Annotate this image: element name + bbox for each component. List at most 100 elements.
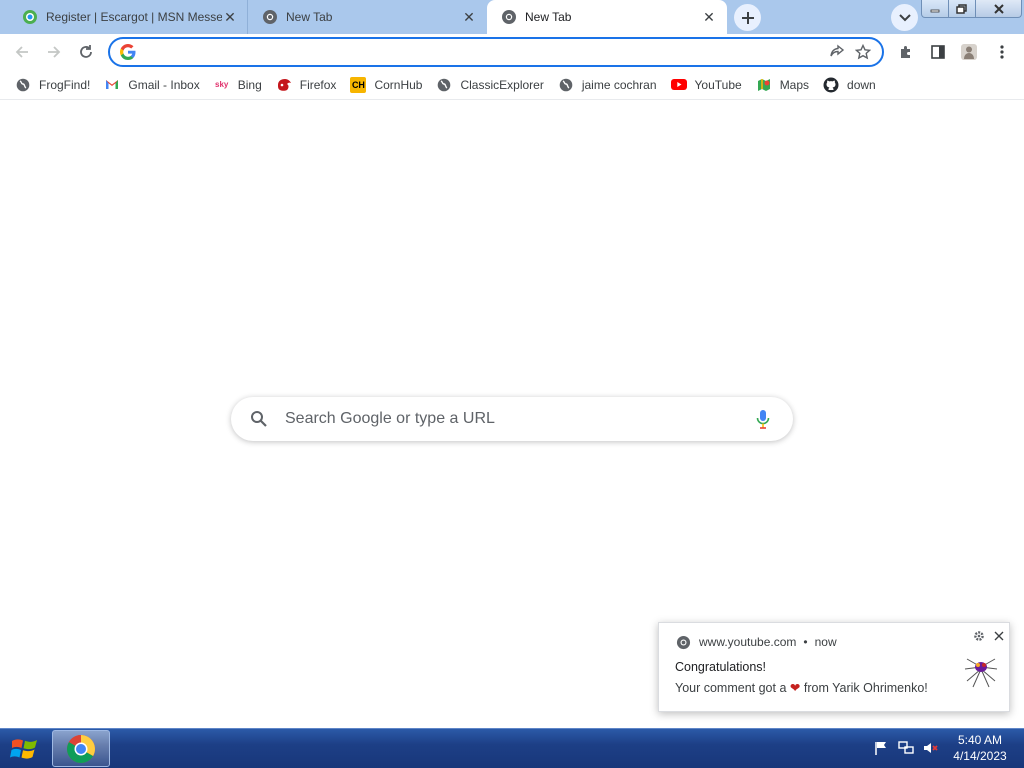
- chevron-down-icon: [898, 13, 911, 21]
- bookmarks-bar: FrogFind! Gmail - Inbox sky Bing Firefox…: [0, 70, 1024, 100]
- network-icon[interactable]: [895, 737, 917, 759]
- google-icon: [120, 44, 136, 60]
- search-icon: [249, 409, 269, 429]
- bookmark-star-icon[interactable]: [850, 39, 876, 65]
- bookmark-label: down: [847, 77, 876, 92]
- bookmark-jaime-cochran[interactable]: jaime cochran: [551, 72, 664, 98]
- avatar: [961, 44, 977, 60]
- bookmark-label: Bing: [237, 77, 262, 92]
- minimize-icon: [930, 9, 940, 12]
- bookmark-label: YouTube: [694, 77, 742, 92]
- plus-icon: [741, 11, 754, 24]
- toolbar: [0, 34, 1024, 70]
- notification-settings-button[interactable]: [971, 628, 987, 644]
- escargot-icon: [22, 9, 38, 25]
- action-center-flag-icon[interactable]: [870, 737, 892, 759]
- system-tray: [870, 737, 945, 759]
- new-tab-button[interactable]: [734, 4, 761, 31]
- forward-arrow-icon: [48, 46, 61, 58]
- bookmark-firefox[interactable]: Firefox: [269, 72, 344, 98]
- puzzle-icon: [901, 46, 910, 58]
- notification-close-button[interactable]: [991, 628, 1007, 644]
- bookmark-maps[interactable]: Maps: [749, 72, 816, 98]
- volume-muted-icon[interactable]: [920, 737, 942, 759]
- side-panel-button[interactable]: [924, 38, 952, 66]
- tab-new-tab-active[interactable]: New Tab ✕: [487, 0, 727, 34]
- chrome-icon: [262, 9, 278, 25]
- heart-icon: ❤: [789, 681, 801, 695]
- clock-date: 4/14/2023: [953, 749, 1007, 763]
- maps-icon: [756, 77, 772, 93]
- bookmark-youtube[interactable]: YouTube: [664, 72, 749, 98]
- reload-button[interactable]: [72, 38, 100, 66]
- bookmark-label: Firefox: [299, 77, 337, 92]
- tab-title: Register | Escargot | MSN Messenger: [46, 10, 222, 24]
- bookmark-label: Maps: [779, 77, 810, 92]
- side-panel-icon: [931, 45, 945, 59]
- globe-icon: [436, 77, 452, 93]
- extensions-button[interactable]: [892, 38, 920, 66]
- microphone-icon[interactable]: [751, 407, 775, 431]
- profile-button[interactable]: [955, 38, 983, 66]
- bookmark-bing[interactable]: sky Bing: [207, 72, 269, 98]
- notification-toast[interactable]: www.youtube.com • now Congratulations! Y…: [658, 622, 1010, 712]
- windows-logo-icon: [10, 739, 37, 759]
- notification-time: now: [814, 635, 837, 649]
- more-vert-icon: [1000, 45, 1004, 59]
- firefox-icon: [276, 77, 292, 93]
- close-tab-icon[interactable]: ✕: [222, 9, 238, 25]
- close-window-button[interactable]: [975, 0, 1022, 18]
- taskbar: 5:40 AM 4/14/2023: [0, 728, 1024, 768]
- tab-title: New Tab: [525, 10, 572, 24]
- tab-new-tab-1[interactable]: New Tab ✕: [247, 0, 487, 34]
- taskbar-clock[interactable]: 5:40 AM 4/14/2023: [950, 732, 1010, 764]
- cornhub-icon: CH: [350, 76, 367, 93]
- minimize-button[interactable]: [921, 0, 949, 18]
- menu-button[interactable]: [988, 38, 1016, 66]
- reload-icon: [80, 45, 92, 58]
- github-icon: [823, 77, 839, 93]
- sky-icon: sky: [215, 80, 229, 89]
- spider-avatar-image: [964, 658, 998, 688]
- close-icon: [994, 631, 1004, 641]
- globe-icon: [558, 77, 574, 93]
- restore-icon: [956, 3, 967, 14]
- youtube-icon: [670, 77, 687, 93]
- globe-icon: [15, 77, 31, 93]
- bookmark-classicexplorer[interactable]: ClassicExplorer: [429, 72, 550, 98]
- notification-body: Your comment got a ❤ from Yarik Ohrimenk…: [675, 680, 928, 695]
- tab-strip: Register | Escargot | MSN Messenger ✕ Ne…: [0, 0, 1024, 34]
- bookmark-label: jaime cochran: [581, 77, 657, 92]
- close-tab-icon[interactable]: ✕: [461, 9, 477, 25]
- close-tab-icon[interactable]: ✕: [701, 9, 717, 25]
- notification-title: Congratulations!: [675, 660, 767, 674]
- close-icon: [993, 3, 1004, 14]
- bookmark-frogfind[interactable]: FrogFind!: [8, 72, 97, 98]
- notification-body-text: Your comment got a: [675, 681, 787, 695]
- tab-title: New Tab: [286, 10, 333, 24]
- notification-body-text: from Yarik Ohrimenko!: [803, 681, 928, 695]
- omnibox-input[interactable]: [144, 40, 824, 64]
- forward-button[interactable]: [40, 38, 68, 66]
- back-arrow-icon: [15, 46, 28, 58]
- bookmark-cornhub[interactable]: CH CornHub: [343, 72, 429, 98]
- chrome-icon: [501, 9, 517, 25]
- back-button[interactable]: [8, 38, 36, 66]
- search-box[interactable]: Search Google or type a URL: [231, 397, 793, 441]
- bookmark-gmail[interactable]: Gmail - Inbox: [97, 72, 206, 98]
- start-button[interactable]: [6, 732, 44, 766]
- bookmark-label: CornHub: [374, 77, 423, 92]
- tab-escargot[interactable]: Register | Escargot | MSN Messenger ✕: [8, 0, 248, 34]
- share-icon[interactable]: [824, 39, 850, 65]
- address-bar[interactable]: [108, 37, 884, 67]
- bookmark-down[interactable]: down: [816, 72, 883, 98]
- restore-button[interactable]: [948, 0, 976, 18]
- gmail-icon: [104, 77, 120, 93]
- window-controls: [921, 0, 1022, 18]
- tab-search-button[interactable]: [891, 4, 918, 31]
- taskbar-chrome-button[interactable]: [52, 730, 110, 767]
- chrome-icon: [675, 634, 691, 650]
- clock-time: 5:40 AM: [957, 733, 1003, 747]
- bookmark-label: FrogFind!: [39, 77, 91, 92]
- separator-dot: •: [803, 635, 808, 649]
